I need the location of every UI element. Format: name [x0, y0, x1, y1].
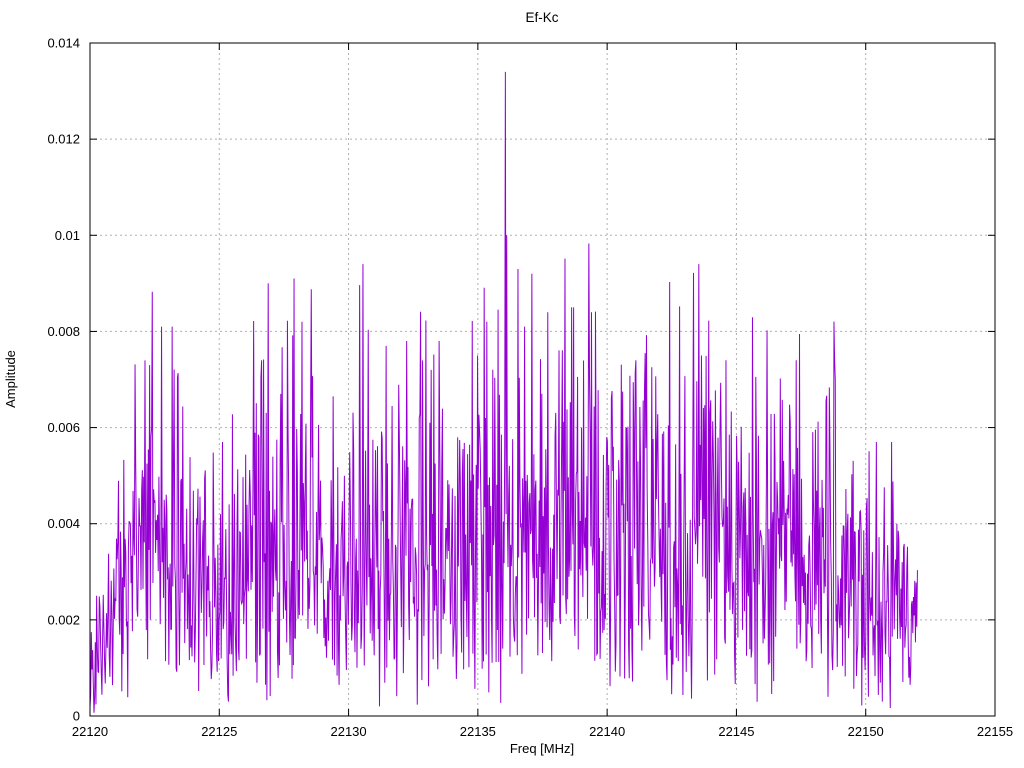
x-axis-label: Freq [MHz] [510, 741, 574, 756]
y-tick-label: 0.008 [47, 324, 80, 339]
x-tick-label: 22140 [589, 724, 625, 739]
x-tick-label: 22120 [72, 724, 108, 739]
x-tick-label: 22130 [330, 724, 366, 739]
y-tick-label: 0.014 [47, 36, 80, 51]
x-tick-label: 22145 [718, 724, 754, 739]
y-tick-label: 0.01 [55, 228, 80, 243]
y-tick-label: 0.004 [47, 516, 80, 531]
data-series [89, 71, 918, 713]
x-tick-label: 22155 [977, 724, 1013, 739]
y-tick-label: 0.002 [47, 612, 80, 627]
x-tick-label: 22150 [848, 724, 884, 739]
chart-page: 22120 22125 22130 22135 22140 22145 22150 22155… [0, 0, 1024, 768]
spectrum-chart: 22120 22125 22130 22135 22140 22145 22150 22155… [3, 10, 1013, 756]
chart-title: Ef-Kc [525, 10, 558, 25]
y-tick-label: 0.012 [47, 132, 80, 147]
y-tick-label: 0 [73, 709, 80, 724]
x-tick-label: 22125 [201, 724, 237, 739]
x-tick-label: 22135 [460, 724, 496, 739]
spectrum-trace [89, 71, 918, 713]
y-tick-label: 0.006 [47, 420, 80, 435]
y-axis-label: Amplitude [3, 350, 18, 408]
